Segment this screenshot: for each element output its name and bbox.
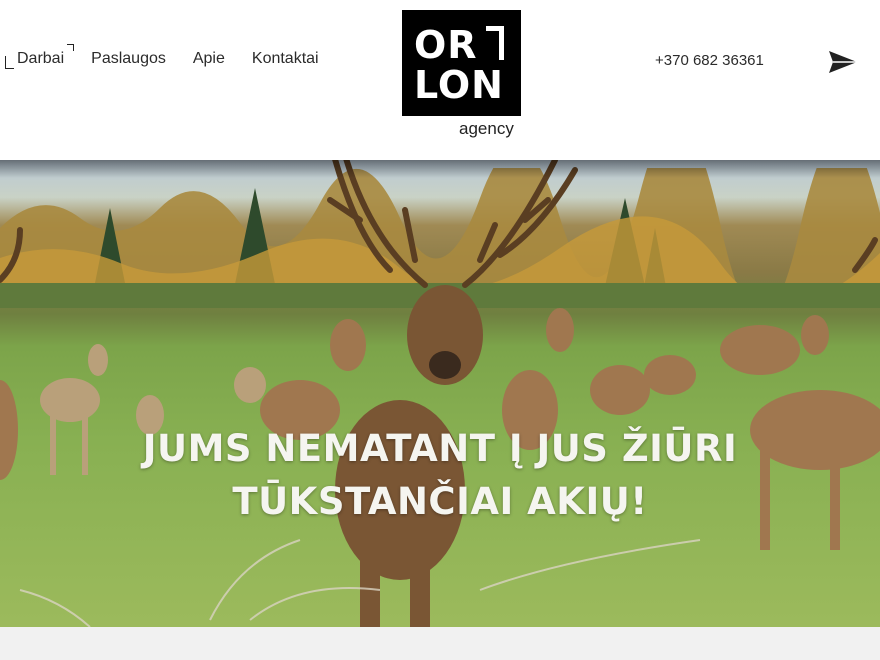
logo-notch-mark xyxy=(486,26,504,60)
logo-tagline: agency xyxy=(459,119,514,138)
hero-headline-line-2: TŪKSTANČIAI AKIŲ! xyxy=(232,480,648,523)
site-header: Darbai Paslaugos Apie Kontaktai OR LON a… xyxy=(0,0,880,160)
nav-item-darbai[interactable]: Darbai xyxy=(5,44,75,69)
nav-item-apie[interactable]: Apie xyxy=(193,50,225,68)
header-shadow xyxy=(0,160,880,178)
nav-item-label: Darbai xyxy=(17,50,65,67)
nav-item-kontaktai[interactable]: Kontaktai xyxy=(252,50,319,68)
hero-banner: JUMS NEMATANT Į JUS ŽIŪRI TŪKSTANČIAI AK… xyxy=(0,160,880,627)
main-nav: Darbai Paslaugos Apie Kontaktai xyxy=(5,44,346,69)
phone-link[interactable]: +370 682 36361 xyxy=(655,52,764,69)
nav-item-label: Paslaugos xyxy=(91,50,166,67)
send-icon[interactable] xyxy=(828,50,858,79)
logo-line-1: OR xyxy=(414,23,478,67)
deer-herd-illustration xyxy=(0,160,880,627)
orlon-logo[interactable]: OR LON xyxy=(402,10,521,116)
nav-item-label: Apie xyxy=(192,50,225,67)
active-corner-decoration xyxy=(67,44,75,51)
active-corner-decoration xyxy=(5,56,14,69)
hero-headline: JUMS NEMATANT Į JUS ŽIŪRI TŪKSTANČIAI AK… xyxy=(0,422,880,528)
logo-line-2: LON xyxy=(414,63,504,107)
next-section-strip xyxy=(0,627,880,660)
nav-item-label: Kontaktai xyxy=(251,50,319,67)
nav-item-paslaugos[interactable]: Paslaugos xyxy=(91,50,166,68)
hero-headline-line-1: JUMS NEMATANT Į JUS ŽIŪRI xyxy=(142,427,738,470)
